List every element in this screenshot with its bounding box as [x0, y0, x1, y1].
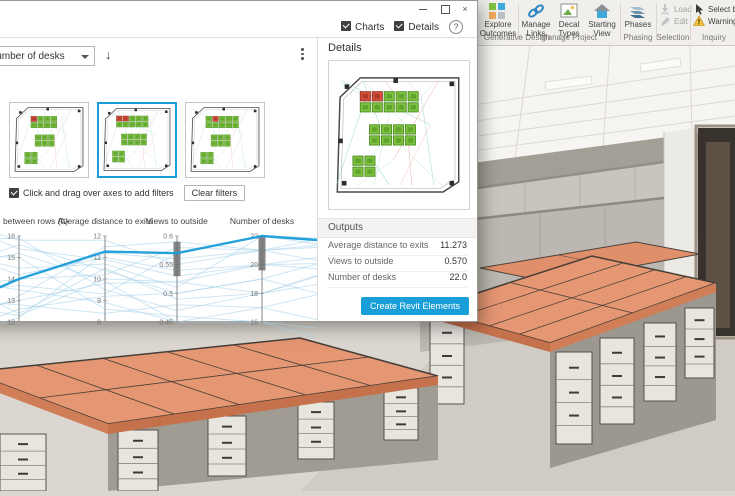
details-toggle-label: Details	[408, 22, 439, 33]
load-button[interactable]: Load	[659, 3, 689, 15]
generative-design-dialog: × Charts Details ? Number of desks ↓	[0, 0, 478, 322]
minimize-button[interactable]	[413, 2, 433, 16]
select-by-id-button[interactable]: Select by ID	[693, 3, 735, 15]
select-by-id-icon	[693, 3, 705, 15]
svg-text:Views to outside: Views to outside	[146, 216, 208, 226]
ribbon-group-label-manage-project: Manage Project	[520, 33, 618, 42]
decal-types-icon	[558, 2, 580, 20]
filter-hint-label: Click and drag over axes to add filters	[23, 188, 174, 198]
svg-text:20: 20	[250, 262, 258, 269]
svg-text:Average distance to exits: Average distance to exits	[58, 216, 153, 226]
charts-toggle[interactable]: Charts	[341, 21, 384, 33]
outcome-metric-value: Number of desks	[0, 51, 65, 62]
starting-view-icon	[591, 2, 613, 20]
ribbon-group-label-phasing: Phasing	[622, 33, 654, 42]
details-pane: Details Outputs Average distance to exit…	[317, 38, 477, 321]
output-value: 11.273	[440, 240, 467, 250]
phases-icon	[627, 2, 649, 20]
clear-filters-button[interactable]: Clear filters	[184, 185, 246, 201]
warnings-button[interactable]: Warnings	[693, 15, 735, 27]
svg-text:13: 13	[7, 298, 15, 305]
load-icon	[659, 3, 671, 15]
outputs-header: Outputs	[318, 218, 477, 238]
output-row: Views to outside 0.570	[328, 256, 467, 272]
charts-pane: Number of desks ↓ Click and drag over ax…	[0, 38, 317, 321]
svg-text:9: 9	[97, 298, 101, 305]
sort-direction-button[interactable]: ↓	[105, 47, 112, 62]
svg-text:12: 12	[93, 234, 101, 241]
dialog-titlebar: ×	[0, 1, 477, 17]
phases-button[interactable]: Phases	[622, 2, 654, 30]
selected-outcome-plan	[328, 60, 470, 210]
filter-row: Click and drag over axes to add filters …	[9, 185, 245, 201]
output-row: Average distance to exits 11.273	[328, 240, 467, 256]
svg-text:0.55: 0.55	[159, 262, 173, 269]
output-label: Views to outside	[328, 256, 393, 266]
edit-button[interactable]: Edit	[659, 15, 689, 27]
output-label: Average distance to exits	[328, 240, 428, 250]
svg-text:16: 16	[250, 320, 258, 327]
svg-text:8: 8	[97, 320, 101, 327]
help-icon[interactable]: ?	[449, 20, 463, 34]
view-toggles: Charts Details ?	[341, 20, 463, 34]
more-options-icon[interactable]	[301, 48, 304, 60]
svg-text:Number of desks: Number of desks	[230, 216, 294, 226]
output-value: 22.0	[449, 272, 467, 282]
maximize-button[interactable]	[435, 2, 455, 16]
svg-text:0.45: 0.45	[159, 320, 173, 327]
ribbon-separator	[518, 4, 519, 40]
close-button[interactable]: ×	[455, 2, 475, 16]
svg-text:15: 15	[7, 255, 15, 262]
ribbon-separator	[620, 4, 621, 40]
svg-text:0.6: 0.6	[163, 234, 173, 241]
outcome-metric-dropdown[interactable]: Number of desks	[0, 46, 95, 66]
warning-icon	[693, 15, 705, 27]
outcome-thumbnail-2-selected[interactable]	[97, 102, 177, 178]
outcome-thumbnail-1[interactable]	[9, 102, 89, 178]
create-revit-elements-button[interactable]: Create Revit Elements	[361, 297, 469, 315]
charts-toggle-label: Charts	[355, 22, 384, 33]
phases-label: Phases	[625, 20, 652, 29]
chevron-down-icon	[81, 55, 89, 59]
edit-icon	[659, 15, 671, 27]
manage-links-icon	[525, 2, 547, 20]
filter-checkbox[interactable]	[9, 188, 23, 199]
svg-text:10: 10	[93, 277, 101, 284]
svg-text:12: 12	[7, 320, 15, 327]
svg-text:16: 16	[7, 234, 15, 241]
output-label: Number of desks	[328, 272, 396, 282]
checkbox-checked-icon	[394, 21, 404, 31]
details-title: Details	[328, 42, 362, 54]
ribbon-group-label-selection: Selection	[652, 33, 694, 42]
checkbox-checked-icon	[341, 21, 351, 31]
checkbox-checked-icon	[9, 188, 19, 198]
warnings-label: Warnings	[708, 17, 735, 26]
svg-text:18: 18	[250, 291, 258, 298]
explore-outcomes-icon	[487, 2, 509, 20]
select-by-id-label: Select by ID	[708, 5, 735, 14]
output-row: Number of desks 22.0	[328, 272, 467, 288]
svg-text:0.5: 0.5	[163, 291, 173, 298]
edit-label: Edit	[674, 17, 688, 26]
output-value: 0.570	[444, 256, 467, 266]
parallel-coordinates-chart[interactable]: Spacing between rows (ft)1615141312Avera…	[0, 204, 317, 360]
outcome-thumbnail-3[interactable]	[185, 102, 265, 178]
ribbon-group-label-inquiry: Inquiry	[693, 33, 735, 42]
ribbon-separator	[690, 4, 691, 40]
details-toggle[interactable]: Details	[394, 21, 439, 33]
